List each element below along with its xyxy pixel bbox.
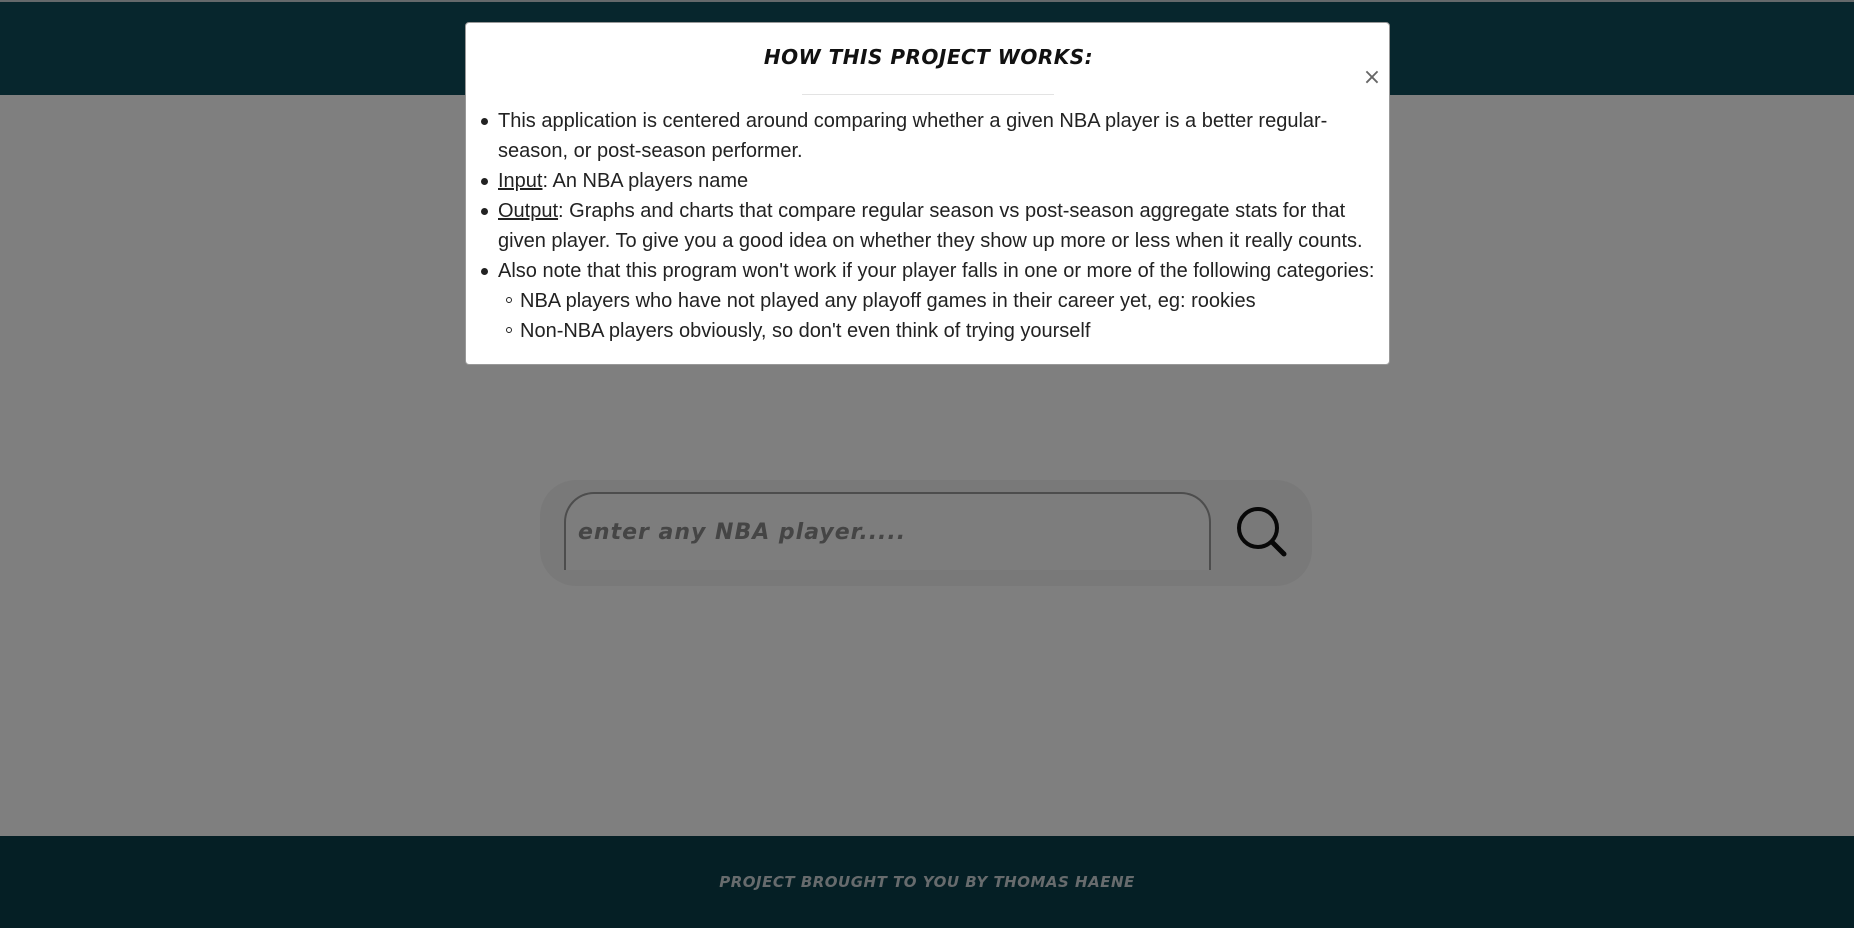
info-list: This application is centered around comp…	[481, 106, 1378, 346]
hollow-bullet-icon	[506, 297, 512, 303]
list-item-text: : An NBA players name	[542, 170, 749, 192]
list-item: Also note that this program won't work i…	[481, 256, 1378, 346]
sub-list-item-text: Non-NBA players obviously, so don't even…	[520, 320, 1091, 342]
list-item-text: Also note that this program won't work i…	[498, 260, 1375, 282]
modal-title: HOW THIS PROJECT WORKS:	[763, 45, 1094, 69]
bullet-icon	[481, 208, 488, 215]
sub-list-item: NBA players who have not played any play…	[506, 286, 1378, 316]
bullet-icon	[481, 178, 488, 185]
title-divider	[802, 94, 1054, 95]
sub-list-item: Non-NBA players obviously, so don't even…	[506, 316, 1378, 346]
hollow-bullet-icon	[506, 327, 512, 333]
list-item-text: This application is centered around comp…	[498, 110, 1328, 162]
output-label: Output	[498, 200, 559, 222]
sub-list: NBA players who have not played any play…	[498, 286, 1378, 346]
list-item: Output: Graphs and charts that compare r…	[481, 196, 1378, 256]
input-label: Input	[498, 170, 543, 192]
list-item-text: : Graphs and charts that compare regular…	[498, 200, 1363, 252]
close-icon: ×	[1362, 65, 1382, 90]
close-button[interactable]: ×	[1361, 67, 1383, 89]
list-item: This application is centered around comp…	[481, 106, 1378, 166]
how-it-works-modal: HOW THIS PROJECT WORKS: × This applicati…	[465, 22, 1390, 365]
bullet-icon	[481, 268, 488, 275]
list-item: Input: An NBA players name	[481, 166, 1378, 196]
bullet-icon	[481, 118, 488, 125]
page: PROJECT BROUGHT TO YOU BY THOMAS HAENE H…	[0, 0, 1854, 928]
sub-list-item-text: NBA players who have not played any play…	[520, 290, 1256, 312]
